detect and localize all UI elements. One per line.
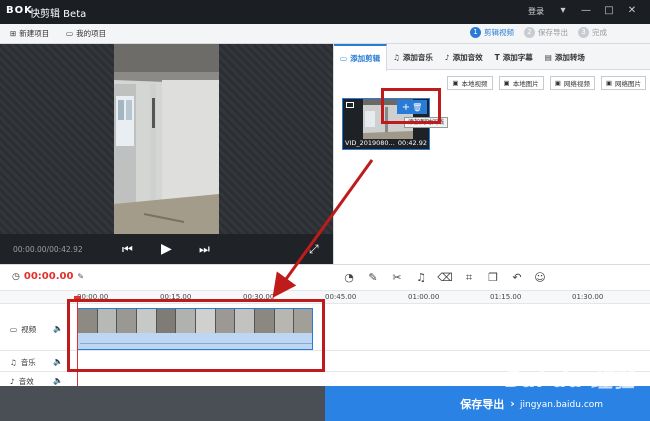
annotation-arrow [272, 159, 374, 298]
watermark-url: jingyan.baidu.com [520, 400, 604, 410]
watermark-logo: Bai du 经验 [505, 368, 635, 393]
